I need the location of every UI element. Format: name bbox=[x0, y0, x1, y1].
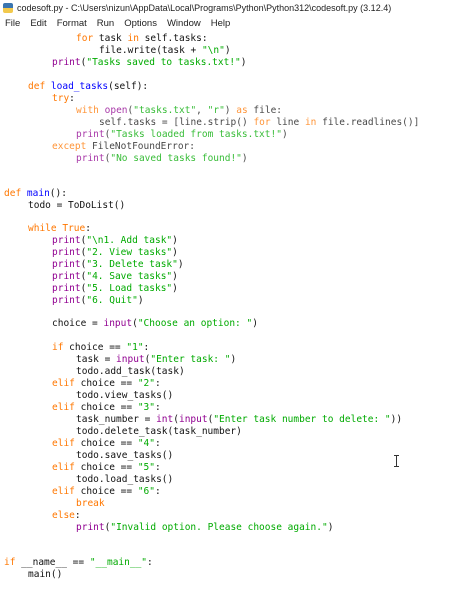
menu-options[interactable]: Options bbox=[120, 18, 163, 29]
code-line: def load_tasks(self): bbox=[28, 81, 149, 92]
code-line: choice = input("Choose an option: ") bbox=[52, 318, 258, 329]
code-line: elif choice == "6": bbox=[52, 486, 161, 497]
code-line: todo.add_task(task) bbox=[76, 366, 185, 377]
code-line: print("6. Quit") bbox=[52, 295, 144, 306]
menu-window[interactable]: Window bbox=[163, 18, 207, 29]
code-line: todo.delete_task(task_number) bbox=[76, 426, 242, 437]
code-line: if choice == "1": bbox=[52, 342, 150, 353]
code-line: main() bbox=[28, 569, 63, 580]
code-editor[interactable]: for task in self.tasks: file.write(task … bbox=[0, 31, 474, 607]
code-line: elif choice == "2": bbox=[52, 378, 161, 389]
code-line: file.write(task + "\n") bbox=[99, 45, 231, 56]
code-line: todo.save_tasks() bbox=[76, 450, 174, 461]
code-line: print("No saved tasks found!") bbox=[76, 153, 248, 164]
menu-run[interactable]: Run bbox=[93, 18, 120, 29]
code-line: print("\n1. Add task") bbox=[52, 235, 178, 246]
code-line: def main(): bbox=[4, 188, 67, 199]
code-line: elif choice == "4": bbox=[52, 438, 161, 449]
menu-format[interactable]: Format bbox=[53, 18, 93, 29]
code-line: print("5. Load tasks") bbox=[52, 283, 178, 294]
code-line: todo.view_tasks() bbox=[76, 390, 174, 401]
window-titlebar: codesoft.py - C:\Users\nizun\AppData\Loc… bbox=[0, 0, 474, 15]
menu-edit[interactable]: Edit bbox=[26, 18, 52, 29]
code-line: with open("tasks.txt", "r") as file: bbox=[76, 105, 283, 116]
code-line: todo.load_tasks() bbox=[76, 474, 174, 485]
code-line: elif choice == "3": bbox=[52, 402, 161, 413]
code-line: task_number = int(input("Enter task numb… bbox=[76, 414, 403, 425]
window-title: codesoft.py - C:\Users\nizun\AppData\Loc… bbox=[17, 2, 392, 13]
code-line: except FileNotFoundError: bbox=[52, 141, 195, 152]
code-line: elif choice == "5": bbox=[52, 462, 161, 473]
code-line: self.tasks = [line.strip() for line in f… bbox=[99, 117, 420, 128]
code-line: break bbox=[76, 498, 105, 509]
code-line: print("Tasks loaded from tasks.txt!") bbox=[76, 129, 288, 140]
menu-help[interactable]: Help bbox=[207, 18, 237, 29]
python-app-icon bbox=[3, 2, 13, 13]
code-line: while True: bbox=[28, 223, 91, 234]
menubar: File Edit Format Run Options Window Help bbox=[0, 15, 474, 32]
menu-file[interactable]: File bbox=[0, 18, 26, 29]
code-line: print("2. View tasks") bbox=[52, 247, 178, 258]
code-line: print("Invalid option. Please choose aga… bbox=[76, 522, 334, 533]
code-line: print("3. Delete task") bbox=[52, 259, 184, 270]
mouse-ibeam-cursor-icon bbox=[393, 455, 400, 467]
code-line: print("Tasks saved to tasks.txt!") bbox=[52, 57, 247, 68]
code-line: if __name__ == "__main__": bbox=[4, 557, 153, 568]
code-line: todo = ToDoList() bbox=[28, 200, 126, 211]
code-line: try: bbox=[52, 93, 75, 104]
code-line: else: bbox=[52, 510, 81, 521]
code-line: task = input("Enter task: ") bbox=[76, 354, 237, 365]
code-line: print("4. Save tasks") bbox=[52, 271, 178, 282]
code-line: for task in self.tasks: bbox=[76, 33, 208, 44]
